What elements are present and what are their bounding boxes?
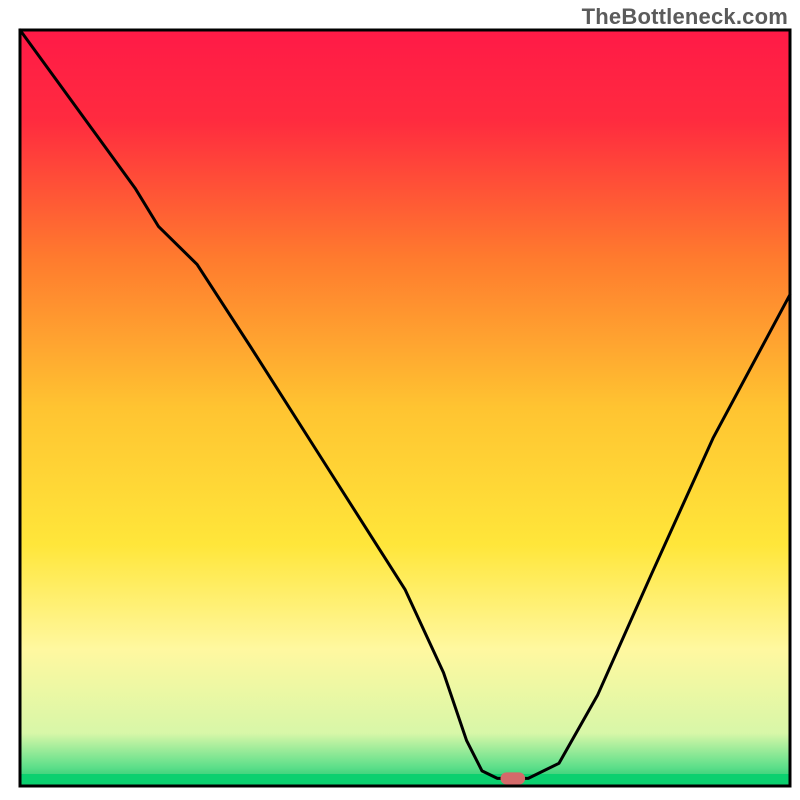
chart-stage: TheBottleneck.com — [0, 0, 800, 800]
bottleneck-chart — [0, 0, 800, 800]
optimal-point-marker — [501, 772, 526, 784]
chart-background-gradient — [20, 30, 790, 786]
chart-bottom-strip — [20, 774, 790, 786]
